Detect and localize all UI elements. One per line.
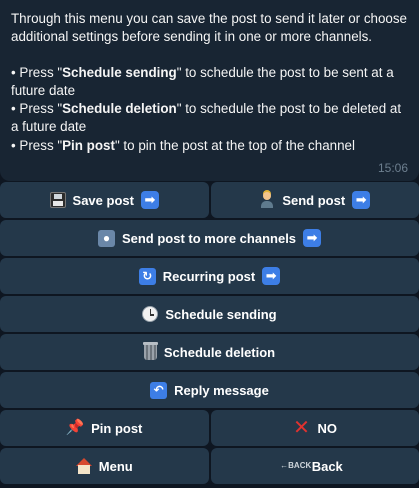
message-intro: Through this menu you can save the post …: [11, 11, 407, 45]
message-bullet: • Press "Pin post" to pin the post at th…: [11, 137, 408, 155]
schedule-sending-button[interactable]: Schedule sending: [0, 296, 419, 332]
inline-keyboard: Save post ➡ Send post ➡ ● Send post to m…: [0, 182, 419, 486]
menu-button[interactable]: Menu: [0, 448, 209, 484]
keyboard-row: Schedule deletion: [0, 334, 419, 370]
message-bubble: Through this menu you can save the post …: [0, 0, 419, 181]
keyboard-row: 📌 Pin post ✕ NO: [0, 410, 419, 446]
bullet-strong: Schedule deletion: [62, 101, 177, 117]
repeat-icon: ↻: [138, 267, 156, 285]
message-bullet: • Press "Schedule sending" to schedule t…: [11, 64, 408, 100]
schedule-sending-label: Schedule sending: [165, 306, 277, 322]
right-arrow-icon: ➡: [352, 191, 371, 209]
bullet-strong: Schedule sending: [62, 65, 177, 81]
reply-message-label: Reply message: [174, 382, 269, 398]
back-arrow-icon: ← BACK: [280, 461, 312, 470]
send-post-button[interactable]: Send post ➡: [210, 182, 419, 218]
keyboard-row: Menu ← BACK Back: [0, 448, 419, 484]
person-icon: [259, 192, 275, 208]
send-post-label: Send post: [282, 192, 346, 208]
keyboard-row: Save post ➡ Send post ➡: [0, 182, 419, 218]
message-bullet: • Press "Schedule deletion" to schedule …: [11, 100, 408, 136]
keyboard-row: ● Send post to more channels ➡: [0, 220, 419, 256]
bullet-prefix: • Press ": [11, 101, 63, 117]
recurring-label: Recurring post: [162, 268, 256, 284]
right-arrow-icon: ➡: [140, 191, 159, 209]
back-icon-text: BACK: [288, 461, 312, 470]
right-arrow-icon: ➡: [303, 229, 322, 247]
right-arrow-icon: ➡: [262, 267, 281, 285]
back-button[interactable]: ← BACK Back: [210, 448, 419, 484]
pushpin-icon: 📌: [65, 419, 85, 436]
bullet-prefix: • Press ": [11, 65, 63, 81]
save-post-button[interactable]: Save post ➡: [0, 182, 209, 218]
schedule-deletion-button[interactable]: Schedule deletion: [0, 334, 419, 370]
pin-post-button[interactable]: 📌 Pin post: [0, 410, 209, 446]
bullet-prefix: • Press ": [11, 137, 63, 153]
keyboard-row: ↻ Recurring post ➡: [0, 258, 419, 294]
recurring-post-button[interactable]: ↻ Recurring post ➡: [0, 258, 419, 294]
no-label: NO: [317, 420, 338, 436]
reply-arrow-icon: ↶: [150, 381, 168, 399]
bullet-suffix: " to pin the post at the top of the chan…: [114, 137, 355, 153]
back-label: Back: [311, 458, 343, 474]
menu-label: Menu: [98, 458, 133, 474]
floppy-disk-icon: [49, 192, 66, 208]
keyboard-row: Schedule sending: [0, 296, 419, 332]
cross-mark-icon: ✕: [293, 417, 310, 439]
clock-icon: [142, 306, 159, 322]
pin-post-label: Pin post: [91, 420, 143, 436]
message-time: 15:06: [377, 160, 408, 175]
people-icon: ●: [97, 229, 115, 247]
no-button[interactable]: ✕ NO: [210, 410, 419, 446]
wastebasket-icon: [142, 342, 158, 360]
send-more-channels-button[interactable]: ● Send post to more channels ➡: [0, 220, 419, 256]
reply-message-button[interactable]: ↶ Reply message: [0, 372, 419, 408]
bullet-strong: Pin post: [62, 137, 115, 153]
send-more-label: Send post to more channels: [121, 230, 297, 246]
house-icon: [75, 458, 92, 474]
schedule-deletion-label: Schedule deletion: [163, 344, 276, 360]
keyboard-row: ↶ Reply message: [0, 372, 419, 408]
save-post-label: Save post: [72, 192, 134, 208]
